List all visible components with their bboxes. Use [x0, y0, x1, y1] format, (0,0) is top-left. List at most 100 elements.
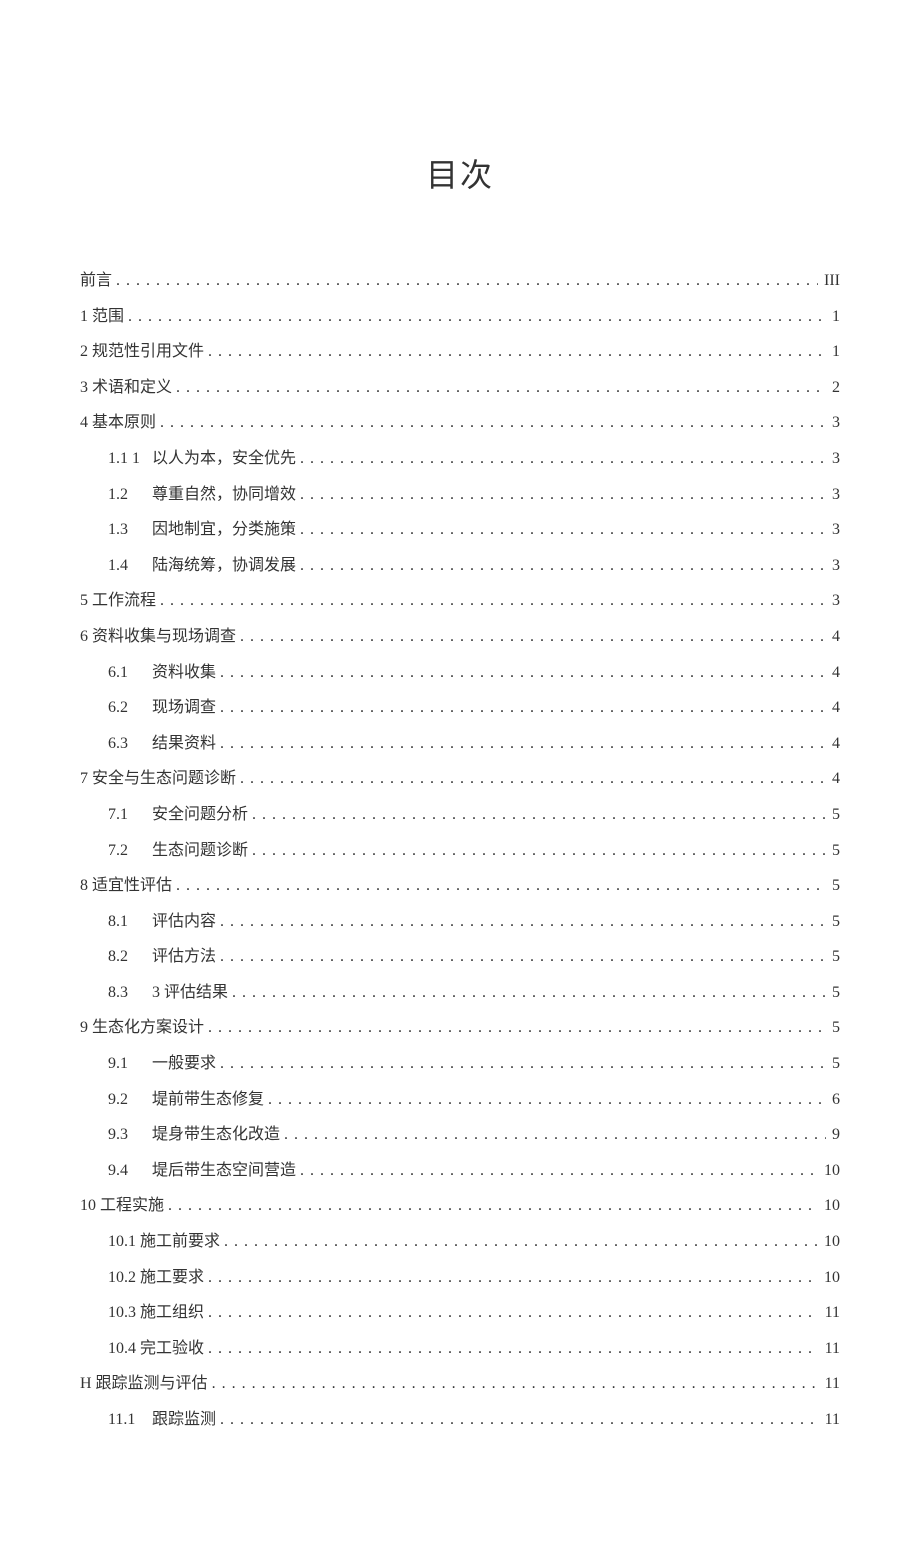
toc-entry: 4 基本原则 3: [80, 408, 840, 438]
toc-leader-dots: [220, 729, 826, 759]
toc-entry-number: 9.1: [108, 1049, 152, 1079]
toc-entry: 7 安全与生态问题诊断4: [80, 764, 840, 794]
toc-entry-page: 10: [822, 1156, 840, 1186]
toc-entry-number: 7.1: [108, 800, 152, 830]
toc-entry: 6.1资料收集4: [80, 658, 840, 688]
page-title: 目次: [80, 150, 840, 196]
toc-leader-dots: [284, 1120, 826, 1150]
toc-entry-page: 5: [830, 978, 840, 1008]
toc-entry-number: 9.4: [108, 1156, 152, 1186]
toc-leader-dots: [168, 1191, 818, 1221]
toc-entry: 10.1 施工前要求10: [80, 1227, 840, 1257]
toc-entry: 前言 III: [80, 266, 840, 296]
toc-entry-label: 堤前带生态修复: [152, 1085, 264, 1115]
toc-entry: 1.4陆海统筹，协调发展3: [80, 551, 840, 581]
toc-entry-number: 8.1: [108, 907, 152, 937]
toc-entry-page: 4: [830, 622, 840, 652]
table-of-contents: 前言III1 范围12 规范性引用文件13 术语和定义24 基本原则31.1 1…: [80, 266, 840, 1435]
toc-entry-label: H 跟踪监测与评估: [80, 1369, 208, 1399]
toc-entry-page: 10: [822, 1263, 840, 1293]
toc-entry-page: 3: [830, 444, 840, 474]
toc-entry-label: 现场调查: [152, 693, 216, 723]
toc-entry-label: 因地制宜，分类施策: [152, 515, 296, 545]
toc-entry-page: III: [822, 266, 840, 296]
toc-entry: 1.3因地制宜，分类施策3: [80, 515, 840, 545]
toc-entry-label: 以人为本，安全优先: [152, 444, 296, 474]
toc-leader-dots: [212, 1369, 819, 1399]
toc-entry: 6.3结果资料4: [80, 729, 840, 759]
toc-entry: 6 资料收集与现场调查4: [80, 622, 840, 652]
toc-entry: 1.2尊重自然，协同增效3: [80, 480, 840, 510]
toc-entry: 10.2 施工要求10: [80, 1263, 840, 1293]
toc-entry-page: 4: [830, 729, 840, 759]
toc-entry-number: 9.3: [108, 1120, 152, 1150]
toc-entry-page: 5: [830, 836, 840, 866]
toc-leader-dots: [208, 337, 826, 367]
toc-entry-page: 5: [830, 800, 840, 830]
toc-entry: 8.1评估内容 5: [80, 907, 840, 937]
toc-entry-page: 3: [830, 586, 840, 616]
toc-entry: 8 适宜性评估5: [80, 871, 840, 901]
toc-entry-page: 6: [830, 1085, 840, 1115]
document-page: 目次 前言III1 范围12 规范性引用文件13 术语和定义24 基本原则31.…: [0, 0, 920, 1541]
toc-entry-page: 11: [823, 1334, 840, 1364]
toc-entry-page: 2: [830, 373, 840, 403]
toc-entry-page: 1: [830, 302, 840, 332]
toc-entry-label: 评估方法: [152, 942, 216, 972]
toc-entry-number: 6.1: [108, 658, 152, 688]
toc-leader-dots: [220, 693, 826, 723]
toc-entry: 7.2生态问题诊断5: [80, 836, 840, 866]
toc-entry-label: 评估内容: [152, 907, 216, 937]
toc-leader-dots: [176, 871, 826, 901]
toc-leader-dots: [160, 586, 826, 616]
toc-entry-page: 11: [823, 1298, 840, 1328]
toc-entry: 11.1跟踪监测11: [80, 1405, 840, 1435]
toc-entry-label: 7 安全与生态问题诊断: [80, 764, 236, 794]
toc-entry-page: 3: [830, 515, 840, 545]
toc-entry: 8.2评估方法5: [80, 942, 840, 972]
toc-leader-dots: [220, 1405, 819, 1435]
toc-entry: 6.2现场调查 4: [80, 693, 840, 723]
toc-entry-label: 前言: [80, 266, 112, 296]
toc-entry-label: 尊重自然，协同增效: [152, 480, 296, 510]
toc-leader-dots: [224, 1227, 818, 1257]
toc-entry-label: 堤后带生态空间营造: [152, 1156, 296, 1186]
toc-entry-label: 1 范围: [80, 302, 124, 332]
toc-entry-label: 安全问题分析: [152, 800, 248, 830]
toc-entry-label: 结果资料: [152, 729, 216, 759]
toc-entry: 9.3堤身带生态化改造9: [80, 1120, 840, 1150]
toc-entry: 1.1 1以人为本，安全优先 3: [80, 444, 840, 474]
toc-leader-dots: [252, 800, 826, 830]
toc-entry-label: 堤身带生态化改造: [152, 1120, 280, 1150]
toc-entry-label: 10.1 施工前要求: [108, 1227, 220, 1257]
toc-leader-dots: [300, 551, 826, 581]
toc-entry: 3 术语和定义2: [80, 373, 840, 403]
toc-entry-page: 5: [830, 1013, 840, 1043]
toc-entry-label: 跟踪监测: [152, 1405, 216, 1435]
toc-leader-dots: [220, 907, 826, 937]
toc-leader-dots: [240, 764, 826, 794]
toc-leader-dots: [208, 1263, 818, 1293]
toc-entry-page: 5: [830, 1049, 840, 1079]
toc-leader-dots: [220, 658, 826, 688]
toc-entry: 7.1安全问题分析 5: [80, 800, 840, 830]
toc-leader-dots: [176, 373, 826, 403]
toc-entry-label: 4 基本原则: [80, 408, 156, 438]
toc-entry: H 跟踪监测与评估11: [80, 1369, 840, 1399]
toc-entry-page: 3: [830, 480, 840, 510]
toc-entry-number: 8.3: [108, 978, 152, 1008]
toc-entry-page: 4: [830, 693, 840, 723]
toc-entry-label: 5 工作流程: [80, 586, 156, 616]
toc-entry-page: 3: [830, 408, 840, 438]
toc-leader-dots: [116, 266, 818, 296]
toc-entry: 5 工作流程 3: [80, 586, 840, 616]
toc-entry-number: 6.2: [108, 693, 152, 723]
toc-entry-page: 5: [830, 907, 840, 937]
toc-entry: 10 工程实施10: [80, 1191, 840, 1221]
toc-leader-dots: [160, 408, 826, 438]
toc-entry-page: 1: [830, 337, 840, 367]
toc-leader-dots: [208, 1298, 819, 1328]
toc-leader-dots: [300, 515, 826, 545]
toc-entry-number: 9.2: [108, 1085, 152, 1115]
toc-entry-number: 1.1 1: [108, 444, 152, 474]
